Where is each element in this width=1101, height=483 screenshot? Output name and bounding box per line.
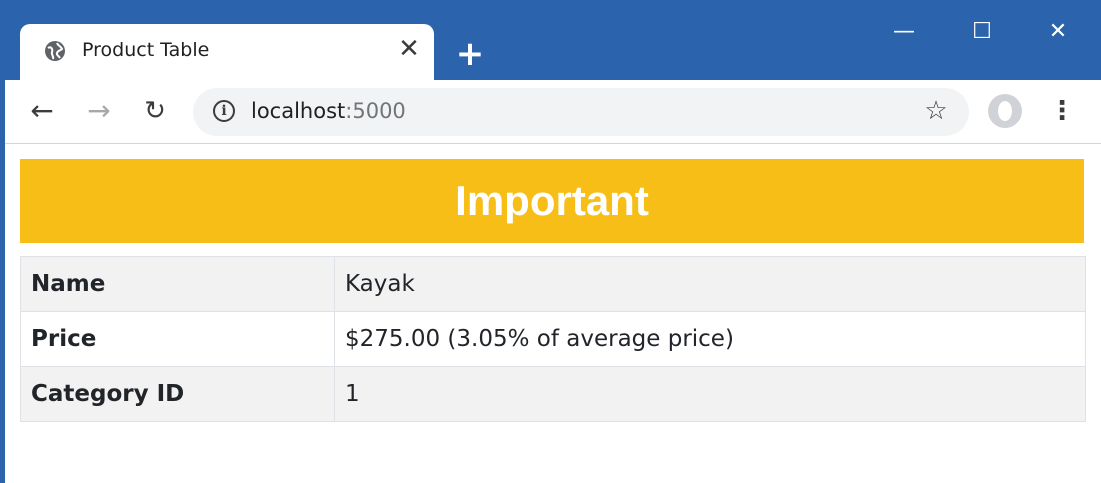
- row-value: 1: [334, 366, 1086, 422]
- info-icon[interactable]: i: [213, 100, 235, 122]
- new-tab-button[interactable]: +: [455, 37, 485, 71]
- product-table: Name Kayak Price $275.00 (3.05% of avera…: [20, 256, 1086, 422]
- profile-avatar-icon[interactable]: [988, 94, 1022, 128]
- table-row: Category ID 1: [20, 366, 1086, 422]
- close-tab-icon[interactable]: ✕: [396, 36, 422, 62]
- back-button[interactable]: ←: [25, 94, 59, 128]
- reload-button[interactable]: ↻: [138, 94, 172, 128]
- table-row: Name Kayak: [20, 256, 1086, 312]
- url-host: localhost: [251, 99, 346, 123]
- maximize-button[interactable]: ☐: [962, 14, 1002, 50]
- row-label: Name: [20, 256, 335, 312]
- page-content: Important Name Kayak Price $275.00 (3.05…: [5, 144, 1101, 483]
- tab-strip: Product Table ✕ + — ☐ ✕: [0, 0, 1101, 80]
- row-label: Price: [20, 311, 335, 367]
- browser-toolbar: ← → ↻ i localhost:5000 ☆ ⋮: [5, 80, 1101, 144]
- url-port: :5000: [345, 99, 406, 123]
- minimize-button[interactable]: —: [884, 14, 924, 50]
- browser-window: Product Table ✕ + — ☐ ✕ ← → ↻ i localhos…: [0, 0, 1101, 483]
- forward-button[interactable]: →: [82, 94, 116, 128]
- globe-icon: [44, 40, 66, 62]
- tab-product-table[interactable]: Product Table ✕: [20, 24, 434, 80]
- row-value: $275.00 (3.05% of average price): [334, 311, 1086, 367]
- close-window-button[interactable]: ✕: [1038, 14, 1078, 50]
- tab-title: Product Table: [82, 39, 210, 61]
- table-row: Price $275.00 (3.05% of average price): [20, 311, 1086, 367]
- row-label: Category ID: [20, 366, 335, 422]
- row-value: Kayak: [334, 256, 1086, 312]
- url-text[interactable]: localhost:5000: [251, 99, 406, 123]
- address-bar[interactable]: i localhost:5000 ☆: [193, 88, 969, 136]
- menu-kebab-icon[interactable]: ⋮: [1047, 94, 1077, 128]
- important-banner: Important: [20, 159, 1084, 243]
- bookmark-star-icon[interactable]: ☆: [921, 96, 951, 126]
